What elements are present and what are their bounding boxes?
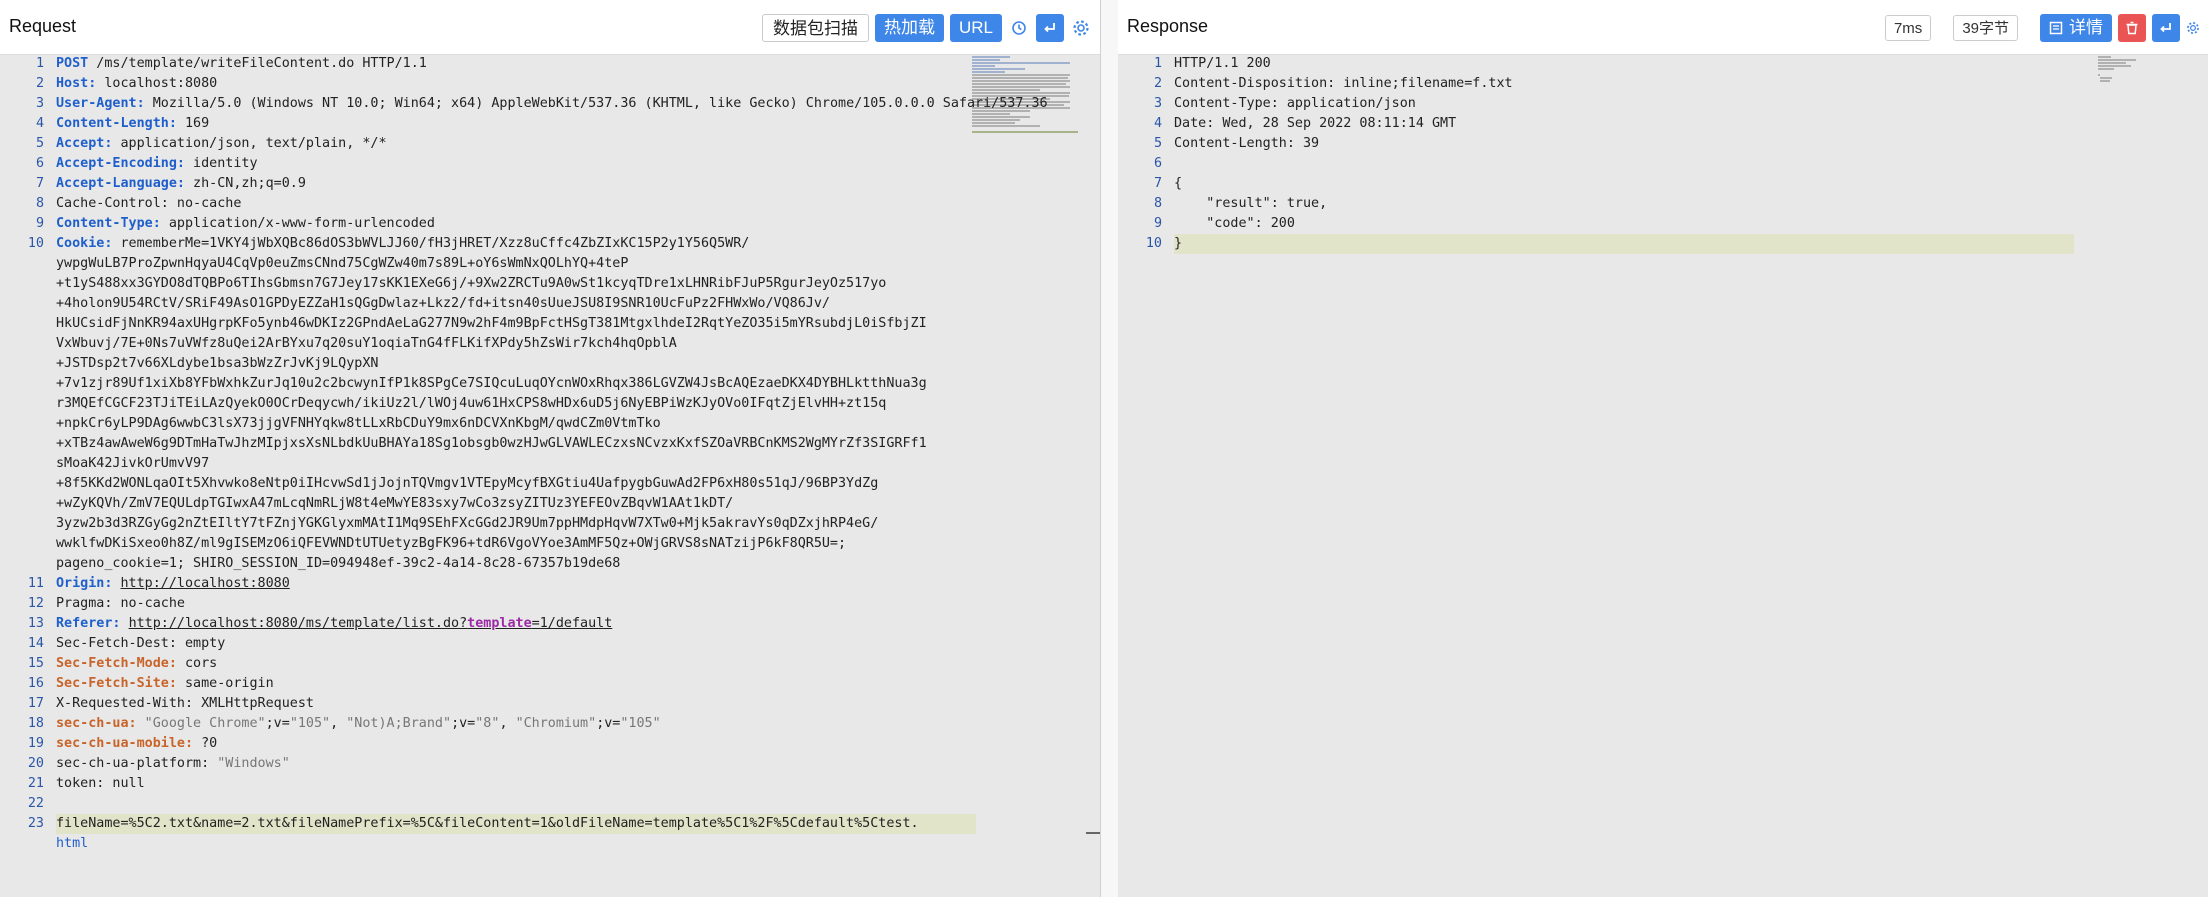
code-line: 9 Content-Type: application/x-www-form-ur… — [35, 216, 435, 231]
code-line: +xTBz4awAweW6g9DTmHaTwJhzMIpjxsXsNLbdkUu… — [56, 436, 927, 451]
code-line: +npkCr6yLP9DAg6wwbC3lsX73jjgVFNHYqkw8tLL… — [56, 416, 661, 431]
code-line-current: 10} — [1118, 234, 2208, 254]
code-line: +t1yS488xx3GYDO8dTQBPo6TIhsGbmsn7G7Jey17… — [56, 276, 887, 291]
settings-icon[interactable] — [1070, 14, 1092, 42]
code-line: 1 HTTP/1.1 200 — [1153, 56, 1271, 71]
wrap-icon[interactable] — [1036, 14, 1064, 42]
trash-icon[interactable] — [2118, 14, 2146, 42]
response-time-badge: 7ms — [1884, 15, 1932, 41]
referer-link[interactable]: http://localhost:8080/ms/template/list.d… — [129, 616, 613, 631]
code-line: +wZyKQVh/ZmV7EQULdpTGIwxA47mLcqNmRLjW8t4… — [56, 496, 734, 511]
code-line: 13 Referer: http://localhost:8080/ms/temp… — [27, 616, 613, 631]
code-line: html — [56, 836, 89, 851]
request-header: Request 数据包扫描 热加载 URL — [0, 0, 1100, 55]
detail-list-icon — [2049, 21, 2063, 35]
code-line: 14 Sec-Fetch-Dest: empty — [27, 636, 226, 651]
code-line: 3yzw2b3d3RZGyGg2nZtEIltY7tFZnjYGKGlyxmMA… — [56, 516, 879, 531]
code-line: +4holon9U54RCtV/SRiF49AsO1GPDyEZZaH1sQGg… — [56, 296, 830, 311]
code-line: 4 Content-Length: 169 — [35, 116, 210, 131]
code-line: 3 Content-Type: application/json — [1153, 96, 1416, 111]
code-line: 6 Accept-Encoding: identity — [35, 156, 258, 171]
url-button[interactable]: URL — [949, 14, 1002, 42]
code-line: 22 — [27, 796, 44, 811]
code-line: 11 Origin: http://localhost:8080 — [27, 576, 290, 591]
code-line: +8f5KKd2WONLqaOIt5Xhvwko8eNtp0iIHcvwSd1j… — [56, 476, 879, 491]
code-line: 3 User-Agent: Mozilla/5.0 (Windows NT 10.… — [35, 96, 1048, 111]
history-icon[interactable] — [1008, 14, 1030, 42]
code-line: r3MQEfCGCF23TJiTEiLAzQyekO0OCrDeqycwh/ik… — [56, 396, 887, 411]
response-panel: Response 7ms 39字节 详情 1 HTTP/1.1 200 2 Co… — [1118, 0, 2208, 897]
code-line: 5 Accept: application/json, text/plain, *… — [35, 136, 387, 151]
code-line: 5 Content-Length: 39 — [1153, 136, 1320, 151]
response-editor[interactable]: 1 HTTP/1.1 200 2 Content-Disposition: inli… — [1118, 54, 2208, 897]
request-panel: Request 数据包扫描 热加载 URL 1 POST /ms/templat… — [0, 0, 1100, 897]
origin-link[interactable]: http://localhost:8080 — [121, 576, 290, 591]
code-line: 2 Host: localhost:8080 — [35, 76, 218, 91]
code-line: wwklfwDKiSxeo0h8Z/ml9gISEMzO6iQFEVWNDtUT… — [56, 536, 847, 551]
code-line: HkUCsidFjNnKR94axUHgrpKFo5ynb46wDKIz2GPn… — [56, 316, 927, 331]
code-line: 20 sec-ch-ua-platform: "Windows" — [27, 756, 290, 771]
packet-scan-button[interactable]: 数据包扫描 — [761, 14, 869, 42]
response-toolbar: 7ms 39字节 详情 — [1884, 14, 2200, 42]
code-line: 4 Date: Wed, 28 Sep 2022 08:11:14 GMT — [1153, 116, 1457, 131]
code-line: 17 X-Requested-With: XMLHttpRequest — [27, 696, 314, 711]
code-line: +JSTDsp2t7v66XLdybe1bsa3bWzZrJvKj9LQypXN — [56, 356, 379, 371]
code-line: 7{ — [1153, 176, 1183, 191]
code-line: 12 Pragma: no-cache — [27, 596, 185, 611]
scroll-indicator[interactable] — [1086, 832, 1100, 834]
code-line: 8 "result": true, — [1153, 196, 1328, 211]
response-size-badge: 39字节 — [1953, 15, 2018, 41]
hot-load-button[interactable]: 热加载 — [874, 14, 944, 42]
code-line: 2 Content-Disposition: inline;filename=f.… — [1153, 76, 1513, 91]
code-line: 16 Sec-Fetch-Site: same-origin — [27, 676, 274, 691]
code-line: ywpgWuLB7ProZpwnHqyaU4CqVp0euZmsCNnd75Cg… — [56, 256, 629, 271]
code-line: 6 — [1153, 156, 1162, 171]
code-line: 7 Accept-Language: zh-CN,zh;q=0.9 — [35, 176, 306, 191]
code-line: pageno_cookie=1; SHIRO_SESSION_ID=094948… — [56, 556, 621, 571]
code-line: 9 "code": 200 — [1153, 216, 1295, 231]
code-line: 1 POST /ms/template/writeFileContent.do H… — [35, 56, 427, 71]
response-header: Response 7ms 39字节 详情 — [1118, 0, 2208, 55]
detail-button[interactable]: 详情 — [2040, 14, 2112, 42]
settings-icon[interactable] — [2186, 14, 2200, 42]
code-line: sMoaK42JivkOrUmvV97 — [56, 456, 210, 471]
panel-divider[interactable] — [1100, 0, 1120, 897]
code-line: 21 token: null — [27, 776, 145, 791]
code-line: 8 Cache-Control: no-cache — [35, 196, 242, 211]
code-line: 18 sec-ch-ua: "Google Chrome";v="105", "N… — [27, 716, 661, 731]
response-title: Response — [1127, 16, 1209, 36]
code-line: 19 sec-ch-ua-mobile: ?0 — [27, 736, 218, 751]
code-line: VxWbuvj/7E+0Ns7uVWfz8uQei2ArBYxu7q20suY1… — [56, 336, 677, 351]
wrap-icon[interactable] — [2152, 14, 2180, 42]
request-body-line: 23 fileName=%5C2.txt&name=2.txt&fileNameP… — [0, 814, 1100, 834]
request-editor[interactable]: 1 POST /ms/template/writeFileContent.do H… — [0, 54, 1100, 897]
request-toolbar: 数据包扫描 热加载 URL — [761, 14, 1092, 42]
code-line: +7v1zjr89Uf1xiXb8YFbWxhkZurJq10u2c2bcwyn… — [56, 376, 927, 391]
code-line: 15 Sec-Fetch-Mode: cors — [27, 656, 218, 671]
request-title: Request — [9, 16, 77, 36]
code-line: 10 Cookie: rememberMe=1VKY4jWbXQBc86dOS3b… — [27, 236, 750, 251]
